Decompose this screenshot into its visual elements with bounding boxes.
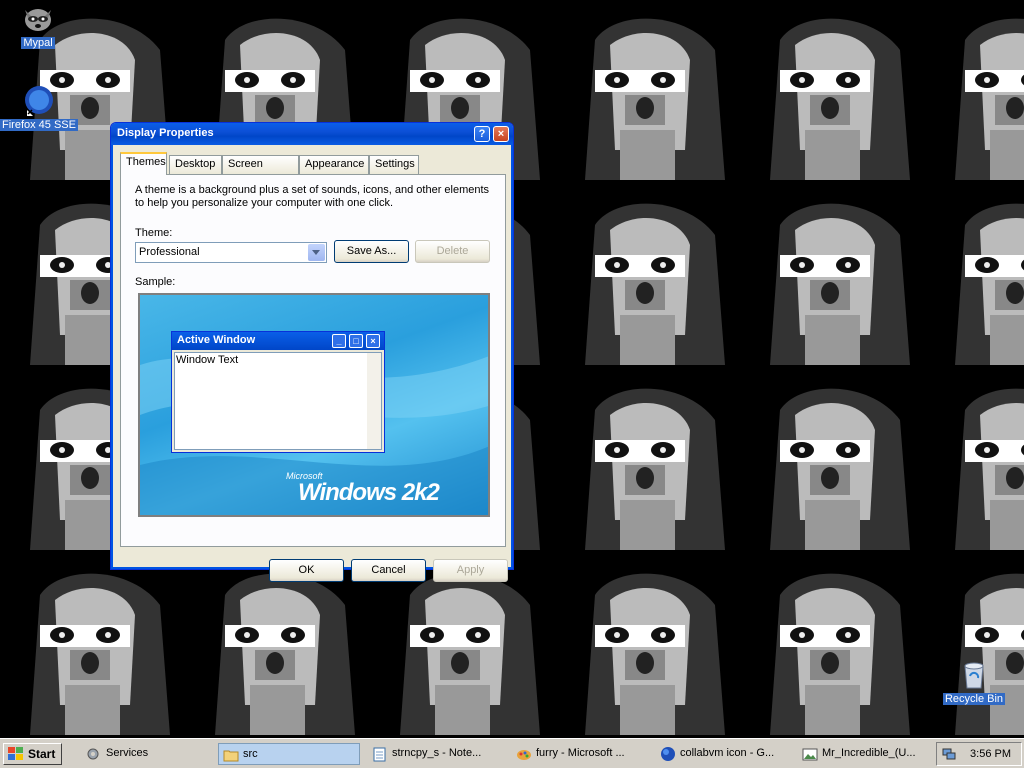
taskbar-item-label: furry - Microsoft ... bbox=[536, 747, 625, 759]
wallpaper-tile bbox=[555, 555, 740, 738]
taskbar-item-label: Mr_Incredible_(U... bbox=[822, 747, 916, 759]
ok-button[interactable]: OK bbox=[269, 559, 344, 582]
taskbar-item-label: collabvm icon - G... bbox=[680, 747, 775, 759]
cancel-button[interactable]: Cancel bbox=[351, 559, 426, 582]
theme-label: Theme: bbox=[135, 227, 173, 239]
gears-icon bbox=[87, 748, 99, 760]
recycle-bin-icon bbox=[964, 662, 984, 689]
wallpaper-tile bbox=[0, 555, 185, 738]
dialog-titlebar[interactable]: Display Properties ? × bbox=[111, 123, 513, 145]
theme-sample-preview: Active Window _ □ × Window Text Microsof… bbox=[138, 293, 490, 517]
tab-themes[interactable]: Themes bbox=[120, 152, 167, 175]
taskbar-item-furry[interactable]: furry - Microsoft ... bbox=[512, 743, 654, 765]
wallpaper-tile bbox=[185, 555, 370, 738]
desktop-icon-label: Firefox 45 SSE bbox=[0, 119, 78, 131]
wallpaper-tile bbox=[925, 0, 1024, 185]
wallpaper-tile bbox=[925, 555, 1024, 738]
theme-select[interactable]: Professional bbox=[135, 242, 327, 263]
taskbar-item-label: src bbox=[243, 748, 258, 760]
raccoon-icon bbox=[25, 9, 51, 31]
desktop-icon-label: Mypal bbox=[21, 37, 55, 49]
wallpaper-tile bbox=[925, 185, 1024, 370]
help-button[interactable]: ? bbox=[474, 126, 490, 142]
save-as-button[interactable]: Save As... bbox=[334, 240, 409, 263]
start-button[interactable]: Start bbox=[3, 743, 62, 765]
taskbar-item-label: strncpy_s - Note... bbox=[392, 747, 482, 759]
taskbar-item-mr-incredible[interactable]: Mr_Incredible_(U... bbox=[798, 743, 928, 765]
sample-window-text: Window Text bbox=[176, 354, 239, 366]
desktop-icon-firefox[interactable]: Firefox 45 SSE bbox=[0, 84, 79, 131]
theme-select-value: Professional bbox=[139, 246, 200, 258]
tab-desktop[interactable]: Desktop bbox=[169, 155, 222, 174]
taskbar-item-services[interactable]: Services bbox=[82, 743, 224, 765]
delete-button[interactable]: Delete bbox=[415, 240, 490, 263]
dialog-body: Themes Desktop Screen Saver Appearance S… bbox=[115, 145, 509, 582]
theme-description: A theme is a background plus a set of so… bbox=[135, 184, 490, 209]
wallpaper-tile bbox=[925, 370, 1024, 555]
start-label: Start bbox=[28, 747, 56, 761]
wallpaper-tile bbox=[740, 185, 925, 370]
wallpaper-tile bbox=[555, 0, 740, 185]
notepad-icon bbox=[373, 747, 386, 762]
maximize-icon: □ bbox=[349, 334, 363, 348]
wallpaper-tile bbox=[370, 555, 555, 738]
sample-window-title: Active Window bbox=[177, 334, 256, 346]
image-icon bbox=[802, 748, 818, 761]
wallpaper-tile bbox=[555, 185, 740, 370]
taskbar-item-collabvm[interactable]: collabvm icon - G... bbox=[656, 743, 798, 765]
wallpaper-tile bbox=[740, 370, 925, 555]
taskbar-item-notepad[interactable]: strncpy_s - Note... bbox=[368, 743, 510, 765]
close-icon: × bbox=[366, 334, 380, 348]
windows-logo-icon bbox=[8, 747, 23, 760]
firefox-icon bbox=[25, 86, 53, 116]
wallpaper-tile bbox=[555, 370, 740, 555]
globe-icon bbox=[661, 747, 675, 761]
wallpaper-tile bbox=[740, 0, 925, 185]
dialog-title: Display Properties bbox=[117, 127, 214, 139]
tab-settings[interactable]: Settings bbox=[369, 155, 419, 174]
display-properties-dialog: Display Properties ? × Themes Desktop Sc… bbox=[110, 122, 514, 582]
minimize-icon: _ bbox=[332, 334, 346, 348]
tab-screen-saver[interactable]: Screen Saver bbox=[222, 155, 299, 187]
desktop-icon-label: Recycle Bin bbox=[942, 693, 1006, 705]
sample-label: Sample: bbox=[135, 276, 176, 288]
wallpaper-tile bbox=[740, 555, 925, 738]
taskbar-item-src[interactable]: src bbox=[218, 743, 360, 765]
sample-window-client: Window Text bbox=[174, 352, 382, 450]
apply-button[interactable]: Apply bbox=[433, 559, 508, 582]
themes-tab-panel: A theme is a background plus a set of so… bbox=[120, 174, 506, 547]
sample-logo-big: Windows 2k2 bbox=[298, 479, 440, 506]
chevron-down-icon[interactable] bbox=[308, 244, 325, 261]
clock[interactable]: 3:56 PM bbox=[970, 748, 1011, 760]
sample-scrollbar bbox=[367, 353, 381, 449]
folder-icon bbox=[223, 750, 239, 762]
tab-appearance[interactable]: Appearance bbox=[299, 155, 369, 174]
network-icon[interactable] bbox=[942, 747, 956, 761]
paint-icon bbox=[517, 750, 531, 760]
sample-active-window: Active Window _ □ × Window Text bbox=[171, 331, 385, 453]
taskbar: Start Services src strncpy_s - Note... f… bbox=[0, 738, 1024, 768]
close-button[interactable]: × bbox=[493, 126, 509, 142]
desktop-icon-recycle-bin[interactable]: Recycle Bin bbox=[934, 658, 1014, 705]
sample-window-titlebar: Active Window _ □ × bbox=[172, 332, 384, 350]
taskbar-item-label: Services bbox=[106, 747, 149, 759]
system-tray: 3:56 PM bbox=[936, 742, 1022, 766]
desktop-icon-mypal[interactable]: Mypal bbox=[0, 2, 78, 49]
